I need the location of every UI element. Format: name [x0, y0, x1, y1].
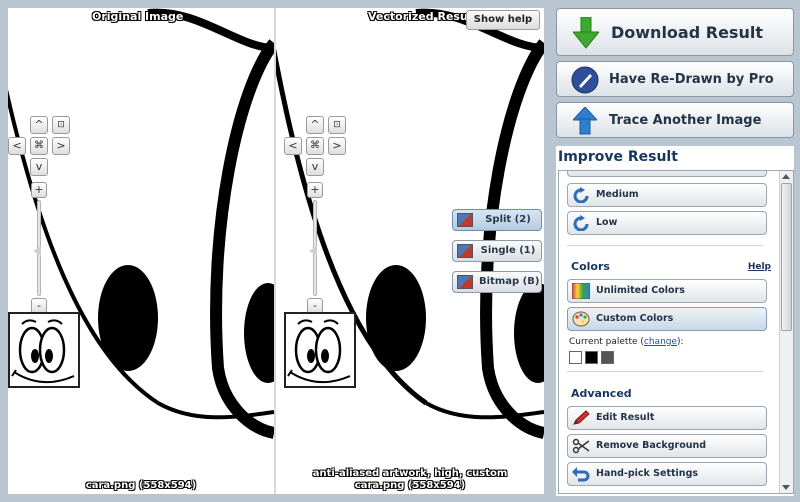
current-palette-suffix: ):	[677, 337, 684, 347]
section-divider	[567, 371, 763, 372]
original-thumbnail[interactable]	[8, 312, 80, 388]
upload-arrow-icon	[573, 107, 597, 135]
pan-left-button[interactable]: <	[8, 137, 26, 155]
trace-another-image-button[interactable]: Trace Another Image	[556, 102, 794, 138]
pan-up-button[interactable]: ^	[306, 116, 324, 134]
split-view-label: Split (2)	[485, 214, 531, 225]
pan-zoom-controls-right: ^ ⊡ < ⌘ > v + -	[284, 116, 354, 316]
hand-pick-settings-label: Hand-pick Settings	[596, 468, 699, 479]
current-palette-line: Current palette (change):	[569, 337, 684, 347]
pan-up-button[interactable]: ^	[30, 116, 48, 134]
options-scrollbar-thumb[interactable]	[781, 183, 792, 331]
pan-zoom-controls: ^ ⊡ < ⌘ > v + -	[8, 116, 78, 316]
scroll-up-icon[interactable]	[782, 174, 790, 179]
improve-options-panel: Medium Low Colors Help Unlimited Colors	[558, 170, 794, 494]
vectorized-settings-caption: anti-aliased artwork, high, custom	[312, 468, 508, 479]
current-palette-label: Current palette (	[569, 337, 644, 347]
options-scrollbar[interactable]	[779, 171, 793, 493]
remove-background-option[interactable]: Remove Background	[567, 434, 767, 458]
redraw-by-pro-label: Have Re-Drawn by Pro	[609, 72, 774, 87]
image-viewer: Original Image ^ ⊡ < ⌘ > v + - cara.png …	[8, 8, 544, 494]
section-divider	[567, 245, 763, 246]
original-caption: cara.png (558x594)	[85, 480, 197, 491]
quality-option-low-label: Low	[596, 217, 618, 228]
colors-help-link[interactable]: Help	[748, 262, 771, 272]
single-view-button[interactable]: Single (1)	[452, 240, 542, 262]
vectorized-result-title: Vectorized Result	[368, 10, 477, 23]
center-view-icon[interactable]: ⌘	[306, 137, 324, 155]
improve-result-title: Improve Result	[558, 149, 678, 165]
vectorized-thumbnail[interactable]	[284, 312, 356, 388]
bitmap-view-icon	[457, 275, 473, 289]
refresh-arrow-icon	[573, 187, 589, 203]
split-view-icon	[457, 213, 473, 227]
download-result-button[interactable]: Download Result	[556, 8, 794, 56]
download-arrow-icon	[573, 17, 599, 49]
red-pencil-icon	[573, 410, 590, 425]
change-palette-link[interactable]: change	[644, 337, 677, 347]
fit-view-icon[interactable]: ⊡	[52, 116, 70, 134]
zoom-in-button[interactable]: +	[307, 182, 323, 198]
paint-palette-icon	[572, 311, 590, 327]
original-image-pane[interactable]: Original Image ^ ⊡ < ⌘ > v + - cara.png …	[8, 8, 274, 494]
hand-pick-settings-option[interactable]: Hand-pick Settings	[567, 462, 767, 486]
quality-option-low[interactable]: Low	[567, 211, 767, 235]
pan-left-button[interactable]: <	[284, 137, 302, 155]
edit-result-label: Edit Result	[596, 412, 655, 423]
quality-option-medium[interactable]: Medium	[567, 183, 767, 207]
zoom-slider-thumb[interactable]	[309, 246, 317, 256]
face-thumbnail-image	[11, 319, 75, 384]
pan-right-button[interactable]: >	[328, 137, 346, 155]
bitmap-view-label: Bitmap (B)	[479, 276, 540, 287]
quality-option-high[interactable]	[567, 171, 767, 177]
bitmap-view-button[interactable]: Bitmap (B)	[452, 271, 542, 293]
scissors-icon	[572, 438, 590, 454]
palette-swatch-gray	[601, 351, 614, 364]
redraw-by-pro-button[interactable]: Have Re-Drawn by Pro	[556, 61, 794, 97]
pan-right-button[interactable]: >	[52, 137, 70, 155]
zoom-in-button[interactable]: +	[31, 182, 47, 198]
improve-result-section: Improve Result Medium Low Colors Help Un…	[556, 146, 794, 496]
trace-another-image-label: Trace Another Image	[609, 113, 762, 128]
original-image-title: Original Image	[92, 10, 184, 23]
single-view-label: Single (1)	[480, 245, 536, 256]
edit-result-option[interactable]: Edit Result	[567, 406, 767, 430]
undo-arrow-icon	[572, 467, 590, 482]
zoom-slider-thumb[interactable]	[33, 246, 41, 256]
remove-background-label: Remove Background	[596, 440, 707, 451]
custom-colors-option[interactable]: Custom Colors	[567, 307, 767, 331]
fit-view-icon[interactable]: ⊡	[328, 116, 346, 134]
advanced-heading: Advanced	[571, 387, 632, 400]
scroll-down-icon[interactable]	[782, 485, 790, 490]
face-thumbnail-image	[287, 319, 351, 384]
download-result-label: Download Result	[611, 23, 763, 42]
pan-down-button[interactable]: v	[306, 158, 324, 176]
refresh-arrow-icon	[573, 215, 589, 231]
rainbow-gradient-icon	[572, 283, 590, 299]
single-view-icon	[457, 244, 473, 258]
palette-swatch-white	[569, 351, 582, 364]
split-view-button[interactable]: Split (2)	[452, 209, 542, 231]
pan-down-button[interactable]: v	[30, 158, 48, 176]
vectorized-file-caption: cara.png (558x594)	[354, 480, 466, 491]
palette-swatch-black	[585, 351, 598, 364]
quality-option-medium-label: Medium	[596, 189, 639, 200]
center-view-icon[interactable]: ⌘	[30, 137, 48, 155]
colors-heading: Colors	[571, 260, 610, 273]
custom-colors-label: Custom Colors	[596, 313, 674, 324]
unlimited-colors-option[interactable]: Unlimited Colors	[567, 279, 767, 303]
show-help-button[interactable]: Show help	[466, 10, 540, 30]
unlimited-colors-label: Unlimited Colors	[596, 285, 685, 296]
pen-badge-icon	[571, 66, 599, 94]
